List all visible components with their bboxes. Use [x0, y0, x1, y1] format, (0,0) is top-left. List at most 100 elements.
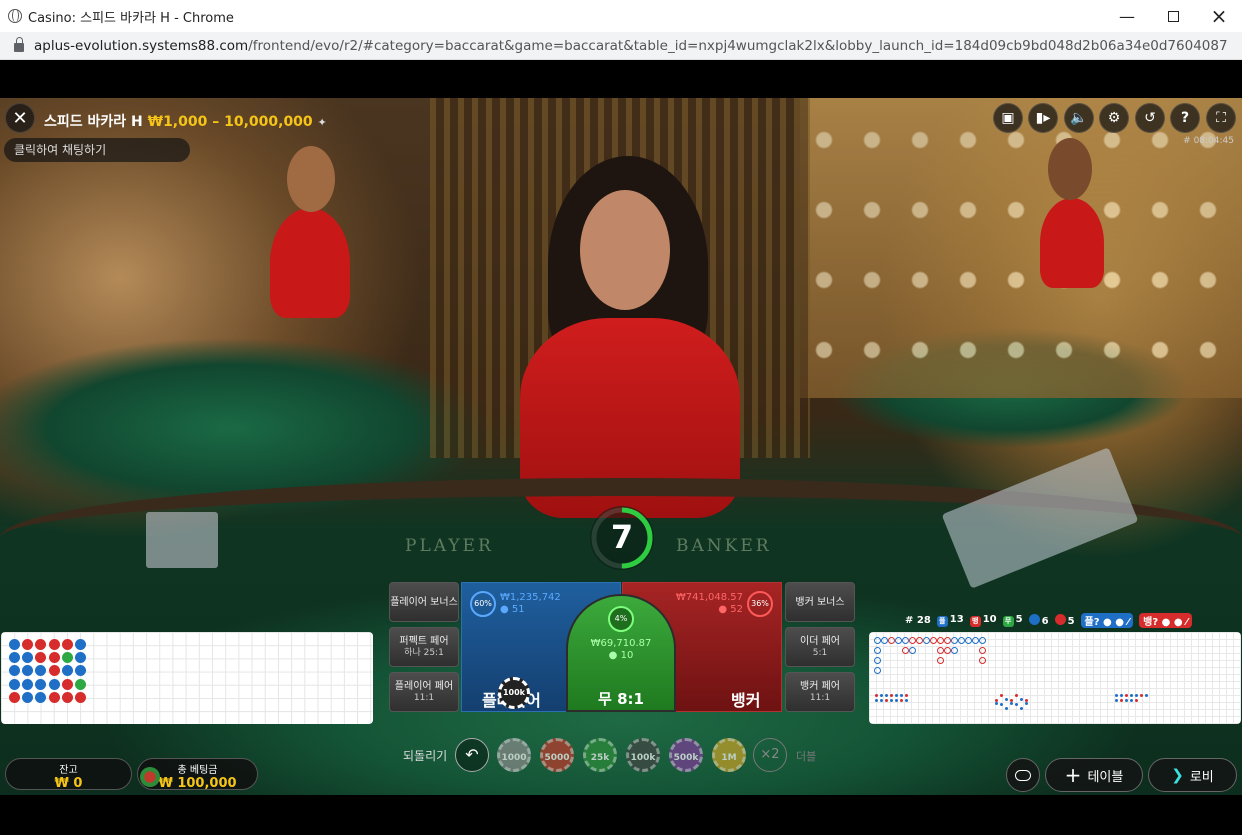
- big-road-mark: [951, 637, 958, 644]
- chip-stack-icon: [140, 767, 160, 787]
- either-pair-odds: 5:1: [812, 647, 828, 658]
- bead-mark: [35, 665, 47, 677]
- chip-1M[interactable]: 1M: [712, 738, 746, 772]
- big-road-mark: [979, 647, 986, 654]
- player-bonus-label: 플레이어 보너스: [390, 596, 458, 608]
- banker-ask-button[interactable]: 뱅? ● ● ⁄: [1139, 612, 1192, 628]
- bead-mark: [61, 678, 73, 690]
- settings-button[interactable]: ⚙: [1099, 103, 1129, 133]
- derived-road-mark: [995, 699, 998, 702]
- banker-badge: 뱅: [969, 615, 981, 627]
- chat-button[interactable]: ▣: [993, 103, 1023, 133]
- bead-mark: [22, 652, 34, 664]
- banker-amount: ₩741,048.57: [675, 592, 743, 603]
- fullscreen-button[interactable]: ⛶: [1206, 103, 1236, 133]
- banker-pair-odds: 11:1: [809, 692, 831, 703]
- add-table-button[interactable]: + 테이블: [1045, 758, 1143, 792]
- derived-road-mark: [1125, 699, 1128, 702]
- chat-input[interactable]: 클릭하여 채팅하기: [4, 138, 190, 162]
- bead-mark: [22, 639, 34, 650]
- banker-count: 52: [730, 603, 743, 615]
- bead-mark: [61, 652, 73, 664]
- dealer-right: [1040, 198, 1104, 288]
- bead-mark: [35, 652, 47, 664]
- player-pair-count: 6: [1041, 615, 1049, 627]
- chip-1000[interactable]: 1000: [497, 738, 531, 772]
- dealer-main-face: [580, 190, 670, 310]
- bead-mark: [9, 665, 20, 677]
- help-button[interactable]: ?: [1170, 103, 1200, 133]
- tie-bet-spot[interactable]: 4% ₩69,710.87 ● 10 무 8:1: [566, 594, 676, 712]
- chip-5000[interactable]: 5000: [540, 738, 574, 772]
- perfect-pair-bet[interactable]: 퍼펙트 페어 하나 25:1: [389, 627, 459, 667]
- big-road[interactable]: [869, 632, 1241, 724]
- globe-icon: [8, 9, 22, 23]
- maximize-button[interactable]: [1150, 0, 1196, 32]
- player-pair-bet[interactable]: 플레이어 페어 11:1: [389, 672, 459, 712]
- bead-mark: [75, 665, 86, 677]
- history-button[interactable]: ↺: [1135, 103, 1165, 133]
- double-button[interactable]: ×2: [753, 738, 787, 772]
- double-icon: ×2: [760, 747, 780, 762]
- derived-road-mark: [1000, 694, 1003, 697]
- help-icon: ?: [1180, 110, 1190, 126]
- close-game-button[interactable]: ✕: [5, 103, 35, 133]
- lobby-label: 로비: [1189, 769, 1214, 785]
- table-name: 스피드 바카라 H: [44, 114, 143, 130]
- derived-road-mark: [1000, 703, 1003, 706]
- banker-pair-bet[interactable]: 뱅커 페어 11:1: [785, 672, 855, 712]
- either-pair-bet[interactable]: 이더 페어 5:1: [785, 627, 855, 667]
- big-road-mark: [874, 657, 881, 664]
- user-icon: ●: [500, 603, 509, 615]
- big-road-mark: [944, 637, 951, 644]
- player-pair-label: 플레이어 페어: [394, 680, 454, 692]
- chip-settings-icon: [1015, 769, 1031, 781]
- derived-road-mark: [1025, 699, 1028, 702]
- chip-settings-button[interactable]: [1006, 758, 1040, 792]
- player-bonus-bet[interactable]: 플레이어 보너스: [389, 582, 459, 622]
- bead-mark: [61, 691, 73, 703]
- banker-wins: 뱅 10: [969, 614, 997, 627]
- derived-road-mark: [1010, 702, 1013, 705]
- banker-label: 뱅커: [731, 691, 761, 710]
- bead-road[interactable]: [1, 632, 373, 724]
- player-stats: ₩1,235,742 ● 51: [500, 592, 561, 615]
- derived-road-mark: [1130, 694, 1133, 697]
- derived-road-mark: [890, 694, 893, 697]
- round-time: # 08:04:45: [1183, 136, 1234, 146]
- video-button[interactable]: ▮▸: [1028, 103, 1058, 133]
- bead-mark: [48, 639, 60, 650]
- countdown-timer: 7: [590, 506, 654, 570]
- lobby-button[interactable]: ❯ 로비: [1148, 758, 1237, 792]
- big-road-mark: [937, 637, 944, 644]
- perfect-pair-label: 퍼펙트 페어: [399, 635, 449, 647]
- bead-mark: [9, 652, 20, 664]
- mute-icon: 🔈: [1070, 110, 1088, 126]
- big-road-mark: [979, 657, 986, 664]
- address-bar[interactable]: aplus-evolution.systems88.com/frontend/e…: [0, 32, 1242, 60]
- derived-road-mark: [1010, 699, 1013, 702]
- lobby-icon: ❯: [1171, 766, 1184, 784]
- player-percent: 60%: [470, 591, 496, 617]
- big-road-mark: [874, 647, 881, 654]
- player-ask-label: 플?: [1084, 616, 1100, 628]
- derived-road-mark: [995, 702, 998, 705]
- sound-button[interactable]: 🔈: [1064, 103, 1094, 133]
- bead-mark: [9, 691, 20, 703]
- banker-bonus-bet[interactable]: 뱅커 보너스: [785, 582, 855, 622]
- gear-icon: ⚙: [1107, 110, 1121, 126]
- player-badge: 플: [936, 615, 948, 627]
- chip-25k[interactable]: 25k: [583, 738, 617, 772]
- undo-button[interactable]: ↶: [455, 738, 489, 772]
- chip-500k[interactable]: 500k: [669, 738, 703, 772]
- close-window-button[interactable]: ×: [1196, 0, 1242, 32]
- felt-banker: BANKER: [676, 536, 772, 556]
- bead-mark: [75, 652, 86, 664]
- derived-road-mark: [875, 694, 878, 697]
- url-path: /frontend/evo/r2/#category=baccarat&game…: [248, 37, 1228, 54]
- window-title: Casino: 스피드 바카라 H - Chrome: [28, 10, 234, 26]
- player-ask-button[interactable]: 플? ● ● ⁄: [1080, 612, 1134, 628]
- minimize-button[interactable]: —: [1104, 0, 1150, 32]
- background-wall: [800, 98, 1242, 398]
- chip-100k[interactable]: 100k: [626, 738, 660, 772]
